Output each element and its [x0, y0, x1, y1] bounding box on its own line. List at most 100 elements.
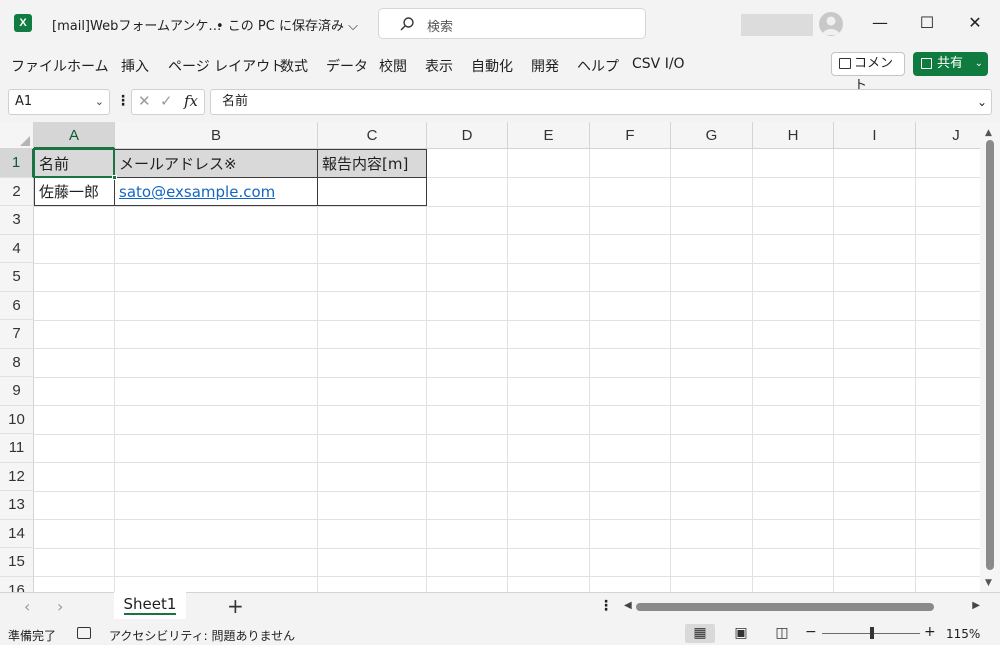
comment-button[interactable]: コメント [831, 52, 905, 93]
close-button[interactable]: ✕ [961, 10, 989, 36]
cell-a2[interactable]: 佐藤一郎 [34, 177, 115, 206]
zoom-level[interactable]: 115% [946, 627, 980, 641]
column-header-i[interactable]: I [834, 122, 916, 149]
share-button[interactable]: 共有 ⌄ [913, 52, 988, 76]
menu-formulas[interactable]: 数式 [280, 56, 308, 76]
cell-b2[interactable]: sato@exsample.com [114, 177, 318, 206]
status-bar: 準備完了 アクセシビリティ: 問題ありません ▦ ▣ ◫ − + 115% [0, 622, 1000, 645]
column-header-h[interactable]: H [753, 122, 834, 149]
fill-handle[interactable] [112, 175, 117, 180]
row-header-3[interactable]: 3 [0, 206, 34, 235]
account-name[interactable] [741, 14, 813, 36]
column-header-d[interactable]: D [427, 122, 508, 149]
column-header-f[interactable]: F [590, 122, 671, 149]
menu-home[interactable]: ホーム [67, 56, 109, 76]
page-break-view-button[interactable]: ◫ [767, 624, 797, 643]
column-header-a[interactable]: A [34, 122, 115, 149]
more-options-icon[interactable]: ⋮ [116, 93, 130, 109]
add-sheet-button[interactable]: + [227, 594, 244, 618]
column-header-b[interactable]: B [115, 122, 318, 149]
sheet-tab-label: Sheet1 [123, 595, 177, 613]
row-header-4[interactable]: 4 [0, 234, 34, 263]
cell-c2[interactable] [317, 177, 427, 206]
macro-record-icon[interactable] [77, 627, 91, 639]
menu-page-layout[interactable]: ページ レイアウト [168, 56, 284, 76]
column-headers: A B C D E F G H I J [0, 122, 980, 149]
menu-view[interactable]: 表示 [425, 56, 453, 76]
formula-content: 名前 [222, 94, 249, 109]
status-ready: 準備完了 [8, 629, 57, 643]
spreadsheet-grid[interactable]: A B C D E F G H I J 1 2 3 4 5 6 7 8 9 10… [0, 122, 980, 592]
enter-icon[interactable]: ✓ [160, 92, 173, 110]
share-icon [921, 58, 932, 69]
zoom-out-icon[interactable]: − [805, 624, 817, 640]
vertical-scroll-thumb[interactable] [986, 140, 994, 570]
accessibility-status[interactable]: アクセシビリティ: 問題ありません [109, 627, 295, 644]
menu-automate[interactable]: 自動化 [471, 56, 513, 76]
excel-app-icon[interactable]: X [14, 14, 32, 32]
column-header-e[interactable]: E [508, 122, 590, 149]
comment-label: コメント [854, 56, 894, 93]
column-header-c[interactable]: C [318, 122, 427, 149]
menu-insert[interactable]: 挿入 [121, 56, 149, 76]
select-all-corner[interactable] [0, 122, 34, 149]
cancel-icon[interactable]: ✕ [138, 92, 151, 110]
row-header-13[interactable]: 13 [0, 491, 34, 520]
horizontal-scrollbar[interactable]: ◀ ▶ [620, 599, 984, 615]
horizontal-scroll-thumb[interactable] [636, 603, 934, 611]
scroll-left-icon[interactable]: ◀ [624, 600, 632, 611]
insert-function-icon[interactable]: fx [184, 92, 198, 110]
zoom-in-icon[interactable]: + [924, 624, 936, 640]
save-status[interactable]: • この PC に保存済み ⌵ [216, 15, 358, 34]
zoom-slider-thumb[interactable] [870, 627, 874, 639]
row-header-7[interactable]: 7 [0, 320, 34, 349]
menu-developer[interactable]: 開発 [531, 56, 559, 76]
row-header-9[interactable]: 9 [0, 377, 34, 406]
row-header-14[interactable]: 14 [0, 519, 34, 548]
title-bar: X [mail]Webフォームアンケ… • この PC に保存済み ⌵ 検索 —… [0, 0, 1000, 46]
next-sheet-icon[interactable]: › [57, 597, 63, 616]
scroll-down-icon[interactable]: ▼ [985, 578, 992, 588]
cell-c1[interactable]: 報告内容[m] [317, 149, 427, 178]
scroll-up-icon[interactable]: ▲ [985, 128, 992, 138]
row-header-2[interactable]: 2 [0, 177, 34, 206]
more-options-icon[interactable]: ⋮ [599, 598, 613, 614]
menu-data[interactable]: データ [326, 56, 368, 76]
menu-help[interactable]: ヘルプ [577, 56, 619, 76]
prev-sheet-icon[interactable]: ‹ [24, 597, 30, 616]
vertical-scrollbar[interactable]: ▲ ▼ [980, 122, 1000, 592]
page-layout-view-button[interactable]: ▣ [726, 624, 756, 643]
minimize-button[interactable]: — [866, 10, 894, 36]
row-header-11[interactable]: 11 [0, 434, 34, 463]
column-header-j[interactable]: J [916, 122, 980, 149]
row-header-12[interactable]: 12 [0, 462, 34, 491]
column-header-g[interactable]: G [671, 122, 753, 149]
menu-file[interactable]: ファイル [11, 56, 67, 76]
search-box[interactable]: 検索 [378, 8, 646, 39]
expand-formula-bar-icon[interactable]: ⌄ [977, 90, 987, 114]
document-title[interactable]: [mail]Webフォームアンケ… [52, 15, 221, 34]
avatar[interactable] [819, 12, 843, 36]
cell-a1[interactable]: 名前 [34, 149, 115, 178]
row-header-6[interactable]: 6 [0, 291, 34, 320]
maximize-button[interactable]: ☐ [913, 10, 941, 36]
normal-view-button[interactable]: ▦ [685, 624, 715, 643]
name-box[interactable]: A1 ⌄ [8, 89, 110, 115]
row-header-1[interactable]: 1 [0, 149, 34, 178]
row-header-5[interactable]: 5 [0, 263, 34, 292]
cell-area[interactable]: 名前 メールアドレス※ 報告内容[m] 佐藤一郎 sato@exsample.c… [34, 149, 980, 592]
formula-input[interactable]: 名前 ⌄ [210, 89, 992, 115]
row-header-15[interactable]: 15 [0, 548, 34, 577]
row-header-16[interactable]: 16 [0, 576, 34, 592]
menu-review[interactable]: 校閲 [379, 56, 407, 76]
scroll-right-icon[interactable]: ▶ [972, 600, 980, 611]
chevron-down-icon[interactable]: ⌄ [975, 52, 983, 76]
row-header-10[interactable]: 10 [0, 405, 34, 434]
sheet-tab-sheet1[interactable]: Sheet1 [114, 592, 186, 619]
menu-csv-io[interactable]: CSV I/O [632, 56, 685, 72]
search-placeholder: 検索 [427, 20, 454, 35]
search-icon [400, 17, 414, 31]
row-header-8[interactable]: 8 [0, 348, 34, 377]
cell-b1[interactable]: メールアドレス※ [114, 149, 318, 178]
chevron-down-icon[interactable]: ⌄ [95, 90, 104, 114]
